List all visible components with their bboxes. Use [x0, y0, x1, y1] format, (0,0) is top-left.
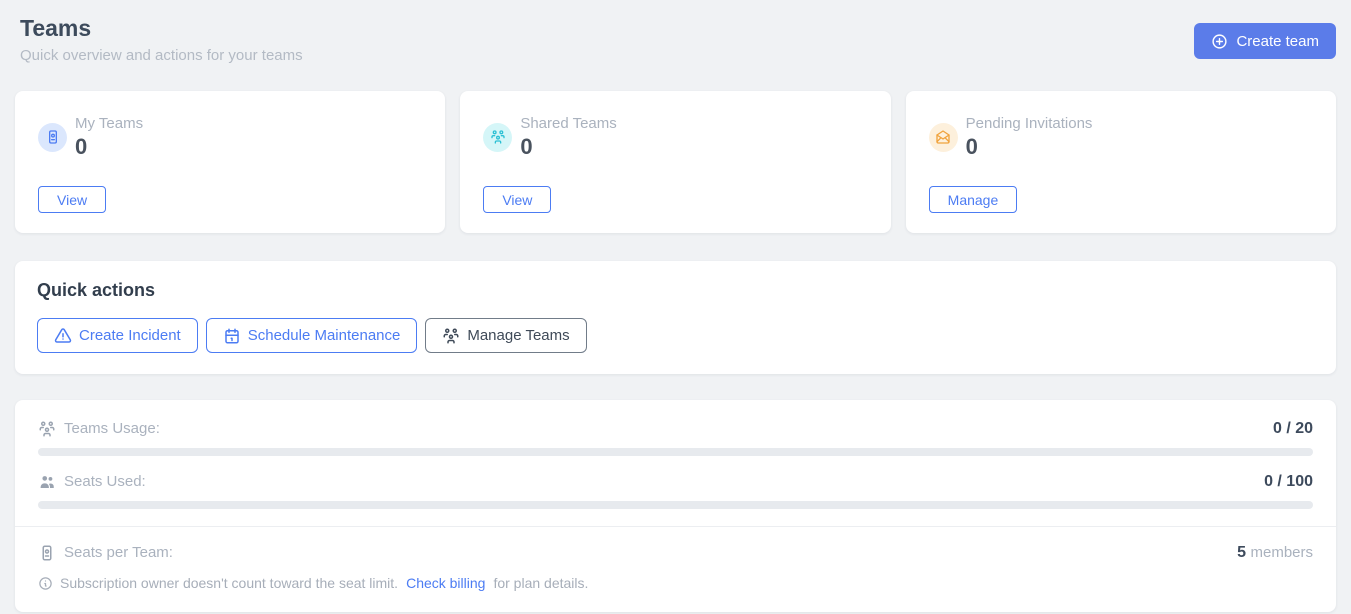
id-badge-icon: [38, 123, 67, 152]
teams-usage-label: Teams Usage:: [38, 420, 160, 438]
seats-per-team-label: Seats per Team:: [38, 544, 173, 562]
check-billing-link[interactable]: Check billing: [406, 575, 485, 592]
seats-used-value: 0 / 100: [1264, 473, 1313, 491]
seats-used-row: Seats Used: 0 / 100: [38, 473, 1313, 491]
page-subtitle: Quick overview and actions for your team…: [20, 47, 303, 65]
create-incident-button[interactable]: Create Incident: [37, 318, 198, 353]
circle-plus-icon: [1211, 33, 1228, 50]
pending-invitations-label: Pending Invitations: [966, 115, 1093, 133]
create-incident-label: Create Incident: [79, 327, 181, 344]
pending-invitations-card: Pending Invitations 0 Manage: [906, 91, 1336, 233]
users-group-icon: [483, 123, 512, 152]
manage-teams-label: Manage Teams: [467, 327, 569, 344]
pending-invitations-count: 0: [966, 134, 1093, 159]
view-my-teams-button[interactable]: View: [38, 186, 106, 213]
usage-card: Teams Usage: 0 / 20 Seats Used: 0 / 100 …: [15, 400, 1336, 612]
note-text-before: Subscription owner doesn't count toward …: [60, 575, 398, 592]
users-filled-icon: [38, 473, 56, 491]
usage-divider: [15, 526, 1336, 527]
manage-invitations-button[interactable]: Manage: [929, 186, 1018, 213]
manage-teams-button[interactable]: Manage Teams: [425, 318, 586, 353]
shared-teams-label: Shared Teams: [520, 115, 616, 133]
my-teams-card: My Teams 0 View: [15, 91, 445, 233]
my-teams-count: 0: [75, 134, 143, 159]
note-text-after: for plan details.: [493, 575, 588, 592]
quick-actions-buttons: Create Incident Schedule Maintenance Man…: [37, 318, 1314, 353]
seat-limit-note: Subscription owner doesn't count toward …: [38, 575, 1313, 592]
seats-used-progressbar: [38, 501, 1313, 509]
mail-opened-icon: [929, 123, 958, 152]
stats-row: My Teams 0 View Shared Teams 0 View Pend…: [15, 91, 1336, 233]
teams-page: Teams Quick overview and actions for you…: [0, 0, 1351, 612]
schedule-maintenance-button[interactable]: Schedule Maintenance: [206, 318, 418, 353]
users-group-icon: [442, 327, 460, 345]
seats-per-team-row: Seats per Team: 5 members: [38, 544, 1313, 562]
calendar-icon: [223, 327, 241, 345]
create-team-button[interactable]: Create team: [1194, 23, 1336, 59]
create-team-label: Create team: [1236, 33, 1319, 50]
schedule-maintenance-label: Schedule Maintenance: [248, 327, 401, 344]
quick-actions-title: Quick actions: [37, 280, 1314, 301]
users-group-icon: [38, 420, 56, 438]
teams-usage-value: 0 / 20: [1273, 420, 1313, 438]
seats-used-label: Seats Used:: [38, 473, 146, 491]
shared-teams-card: Shared Teams 0 View: [460, 91, 890, 233]
teams-usage-progressbar: [38, 448, 1313, 456]
my-teams-summary: My Teams 0: [38, 115, 422, 159]
teams-usage-row: Teams Usage: 0 / 20: [38, 420, 1313, 438]
shared-teams-summary: Shared Teams 0: [483, 115, 867, 159]
quick-actions-card: Quick actions Create Incident Schedule M…: [15, 261, 1336, 374]
page-header: Teams Quick overview and actions for you…: [15, 0, 1336, 65]
alert-triangle-icon: [54, 327, 72, 345]
page-title: Teams: [20, 14, 303, 42]
info-circle-icon: [38, 576, 53, 591]
my-teams-label: My Teams: [75, 115, 143, 133]
id-badge-icon: [38, 544, 56, 562]
shared-teams-count: 0: [520, 134, 616, 159]
pending-invitations-summary: Pending Invitations 0: [929, 115, 1313, 159]
seats-per-team-value: 5 members: [1237, 544, 1313, 562]
page-heading-group: Teams Quick overview and actions for you…: [20, 14, 303, 65]
view-shared-teams-button[interactable]: View: [483, 186, 551, 213]
